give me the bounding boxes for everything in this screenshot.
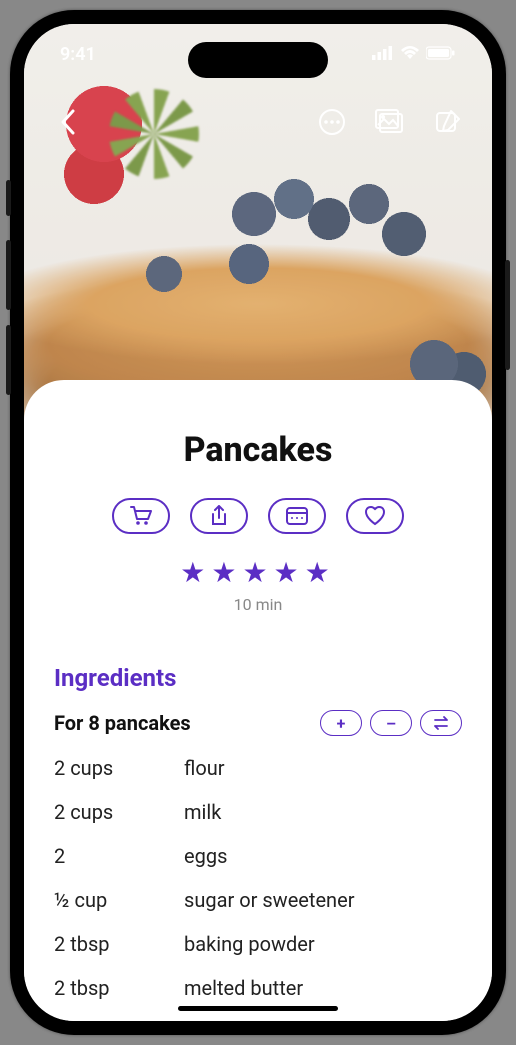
back-button[interactable]	[52, 106, 84, 138]
more-options-button[interactable]	[316, 106, 348, 138]
rating-stars[interactable]: ★★★★★	[54, 556, 462, 589]
action-buttons	[54, 498, 462, 534]
header-nav	[24, 106, 492, 138]
favorite-button[interactable]	[346, 498, 404, 534]
ingredient-name: flour	[184, 756, 225, 780]
ingredient-row: 2 tbspmelted butter	[54, 976, 462, 1000]
add-to-cart-button[interactable]	[112, 498, 170, 534]
decrease-servings-button[interactable]: –	[370, 710, 412, 736]
swap-icon	[432, 716, 450, 730]
ingredients-list: 2 cupsflour2 cupsmilk2eggs½ cupsugar or …	[54, 756, 462, 1021]
home-indicator[interactable]	[178, 1006, 338, 1011]
gallery-button[interactable]	[374, 106, 406, 138]
dynamic-island	[188, 42, 328, 78]
ingredient-quantity: 2	[54, 844, 184, 868]
ingredient-name: vegetable oil	[184, 1020, 296, 1021]
ingredient-quantity: ½ cup	[54, 888, 184, 912]
side-button	[6, 180, 11, 216]
schedule-button[interactable]	[268, 498, 326, 534]
recipe-title: Pancakes	[54, 430, 462, 470]
cellular-icon	[372, 44, 394, 65]
ingredient-name: melted butter	[184, 976, 303, 1000]
wifi-icon	[400, 44, 420, 65]
minus-icon: –	[386, 714, 396, 733]
ingredient-quantity: 2 tbsp	[54, 932, 184, 956]
ingredient-row: 2 tbspvegetable oil	[54, 1020, 462, 1021]
plus-icon: +	[337, 714, 346, 733]
recipe-card: Pancakes ★★★★★ 10 min Ingredients	[24, 380, 492, 1021]
cook-time: 10 min	[54, 595, 462, 614]
ingredient-row: 2 cupsflour	[54, 756, 462, 780]
power-button	[505, 260, 510, 370]
screen: 9:41	[24, 24, 492, 1021]
increase-servings-button[interactable]: +	[320, 710, 362, 736]
ingredient-row: ½ cupsugar or sweetener	[54, 888, 462, 912]
recipe-hero-image	[24, 24, 492, 424]
ingredient-row: 2 cupsmilk	[54, 800, 462, 824]
phone-frame: 9:41	[10, 10, 506, 1035]
servings-label: For 8 pancakes	[54, 711, 191, 735]
volume-down-button	[6, 325, 11, 395]
servings-row: For 8 pancakes + –	[54, 710, 462, 736]
battery-icon	[426, 44, 456, 65]
ingredients-heading: Ingredients	[54, 664, 462, 692]
ingredient-row: 2 tbspbaking powder	[54, 932, 462, 956]
volume-up-button	[6, 240, 11, 310]
ingredient-name: sugar or sweetener	[184, 888, 354, 912]
ingredient-quantity: 2 tbsp	[54, 976, 184, 1000]
ingredient-quantity: 2 cups	[54, 800, 184, 824]
edit-button[interactable]	[432, 106, 464, 138]
servings-controls: + –	[320, 710, 462, 736]
share-icon	[210, 505, 228, 527]
ingredient-quantity: 2 cups	[54, 756, 184, 780]
ingredient-quantity: 2 tbsp	[54, 1020, 184, 1021]
share-button[interactable]	[190, 498, 248, 534]
ingredient-row: 2eggs	[54, 844, 462, 868]
cart-icon	[130, 506, 152, 526]
convert-units-button[interactable]	[420, 710, 462, 736]
ingredient-name: milk	[184, 800, 221, 824]
calendar-icon	[286, 507, 308, 525]
ingredient-name: baking powder	[184, 932, 315, 956]
status-time: 9:41	[60, 44, 96, 65]
ingredient-name: eggs	[184, 844, 227, 868]
heart-icon	[364, 506, 386, 526]
status-indicators	[372, 44, 456, 65]
